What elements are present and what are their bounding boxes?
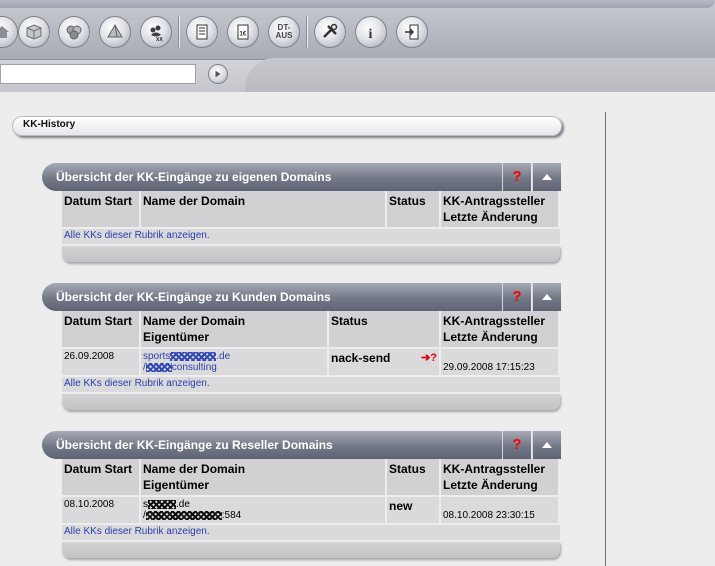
show-all-link[interactable]: Alle KKs dieser Rubrik anzeigen. <box>62 377 560 392</box>
col-header-status: Status <box>387 191 441 229</box>
section-footer <box>62 246 560 262</box>
help-button[interactable]: ? <box>502 431 531 459</box>
owner-suffix: :584 <box>221 510 242 521</box>
col-header-date: Datum Start <box>62 459 141 497</box>
row-date: 26.09.2008 <box>62 349 141 377</box>
col-header-domain: Name der Domain <box>141 191 387 229</box>
section-title: Übersicht der KK-Eingänge zu eigenen Dom… <box>56 170 332 184</box>
col-header-status: Status <box>329 311 441 349</box>
table-header-row: Datum Start Name der Domain Eigentümer S… <box>62 311 560 349</box>
help-button[interactable]: ? <box>502 163 531 191</box>
redacted-text <box>170 351 217 361</box>
box-icon[interactable] <box>18 16 50 48</box>
search-input[interactable] <box>0 64 196 84</box>
content-divider <box>605 112 606 566</box>
redacted-text <box>145 510 222 520</box>
status-arrow-question-icon[interactable]: ➔? <box>421 351 437 364</box>
tools-icon[interactable] <box>314 16 346 48</box>
triangle-up-icon <box>542 442 552 448</box>
domain-suffix: .de <box>176 499 190 510</box>
paw-icon[interactable]: XX <box>140 16 172 48</box>
section-header: Übersicht der KK-Eingänge zu eigenen Dom… <box>42 163 561 191</box>
table-row: 26.09.2008 sports .de / consulting nack-se… <box>62 349 560 377</box>
col-header-domain: Name der Domain Eigentümer <box>141 459 387 497</box>
document-list-icon[interactable] <box>186 16 218 48</box>
section-customer-domains: Übersicht der KK-Eingänge zu Kunden Doma… <box>42 283 561 410</box>
collapse-button[interactable] <box>532 431 561 459</box>
section-own-domains: Übersicht der KK-Eingänge zu eigenen Dom… <box>42 163 561 262</box>
toolbar-separator <box>178 16 180 48</box>
search-go-button[interactable] <box>208 64 228 84</box>
kk-table: Datum Start Name der Domain Eigentümer S… <box>62 459 560 525</box>
table-row: 08.10.2008 s .de /:584 new 08.10.2008 23:… <box>62 497 560 525</box>
toolbar-separator <box>306 16 308 48</box>
search-bar-curve <box>245 58 715 92</box>
info-icon[interactable]: i <box>355 16 387 48</box>
section-reseller-domains: Übersicht der KK-Eingänge zu Reseller Do… <box>42 431 561 558</box>
help-button[interactable]: ? <box>502 283 531 311</box>
col-header-changed: KK-Antragssteller Letzte Änderung <box>441 459 560 497</box>
toolbar: XX 1€ DT-AUS i <box>0 0 715 60</box>
pyramid-icon[interactable] <box>99 16 131 48</box>
svg-text:XX: XX <box>156 37 163 42</box>
logout-icon[interactable] <box>396 16 428 48</box>
kk-table: Datum Start Name der Domain Status KK-An… <box>62 191 560 229</box>
triangle-up-icon <box>542 174 552 180</box>
table-header-row: Datum Start Name der Domain Status KK-An… <box>62 191 560 229</box>
section-header: Übersicht der KK-Eingänge zu Reseller Do… <box>42 431 561 459</box>
col-header-changed: KK-Antragssteller Letzte Änderung <box>441 191 560 229</box>
spheres-icon[interactable] <box>58 16 90 48</box>
row-domain: s .de /:584 <box>141 497 387 525</box>
triangle-up-icon <box>542 294 552 300</box>
section-body: Datum Start Name der Domain Eigentümer S… <box>62 459 560 558</box>
col-header-date: Datum Start <box>62 311 141 349</box>
row-changed: 29.09.2008 17:15:23 <box>441 349 560 377</box>
row-status: nack-send ➔? <box>329 349 441 377</box>
domain-link[interactable]: sports .de <box>143 351 230 362</box>
kk-table: Datum Start Name der Domain Eigentümer S… <box>62 311 560 377</box>
show-all-link[interactable]: Alle KKs dieser Rubrik anzeigen. <box>62 229 560 244</box>
play-icon <box>215 70 221 78</box>
section-body: Datum Start Name der Domain Status KK-An… <box>62 191 560 262</box>
breadcrumb-title: KK-History <box>23 119 76 130</box>
home-icon[interactable] <box>0 16 18 48</box>
collapse-button[interactable] <box>532 283 561 311</box>
dt-aus-label: DT-AUS <box>275 23 293 40</box>
owner-link[interactable]: / consulting <box>143 362 217 373</box>
redacted-text <box>148 499 176 509</box>
col-header-changed: KK-Antragssteller Letzte Änderung <box>441 311 560 349</box>
section-body: Datum Start Name der Domain Eigentümer S… <box>62 311 560 410</box>
section-title: Übersicht der KK-Eingänge zu Kunden Doma… <box>56 290 331 304</box>
svg-text:i: i <box>369 27 373 42</box>
col-header-date: Datum Start <box>62 191 141 229</box>
col-header-status: Status <box>387 459 441 497</box>
svg-text:1€: 1€ <box>240 32 247 38</box>
row-date: 08.10.2008 <box>62 497 141 525</box>
invoice-icon[interactable]: 1€ <box>227 16 259 48</box>
col-header-domain-text: Name der Domain Eigentümer <box>143 314 246 344</box>
section-title: Übersicht der KK-Eingänge zu Reseller Do… <box>56 438 333 452</box>
row-domain: sports .de / consulting <box>141 349 329 377</box>
section-footer <box>62 394 560 410</box>
col-header-domain-text: Name der Domain Eigentümer <box>143 462 246 492</box>
row-changed: 08.10.2008 23:30:15 <box>441 497 560 525</box>
section-header: Übersicht der KK-Eingänge zu Kunden Doma… <box>42 283 561 311</box>
show-all-link[interactable]: Alle KKs dieser Rubrik anzeigen. <box>62 525 560 540</box>
table-header-row: Datum Start Name der Domain Eigentümer S… <box>62 459 560 497</box>
redacted-text <box>145 362 172 372</box>
breadcrumb: KK-History <box>12 116 562 136</box>
status-text: nack-send <box>331 351 391 365</box>
row-status: new <box>387 497 441 525</box>
section-footer <box>62 542 560 558</box>
col-header-domain: Name der Domain Eigentümer <box>141 311 329 349</box>
collapse-button[interactable] <box>532 163 561 191</box>
dt-aus-icon[interactable]: DT-AUS <box>268 16 300 48</box>
toolbar-top-band <box>0 0 715 8</box>
